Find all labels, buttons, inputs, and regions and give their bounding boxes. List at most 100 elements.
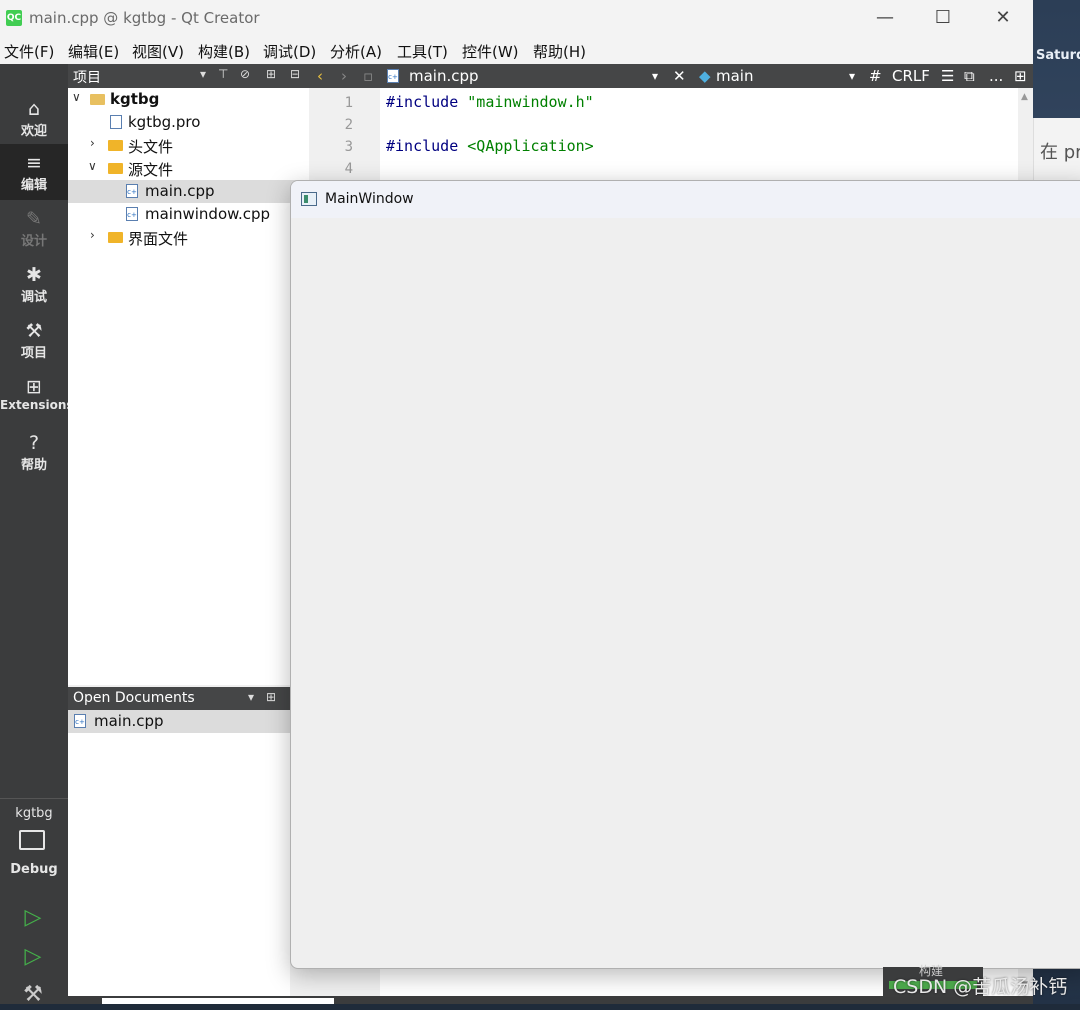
close-document-icon[interactable]: ✕ <box>673 67 686 85</box>
menu-controls[interactable]: 控件(W) <box>462 41 519 62</box>
expand-arrow-icon[interactable]: ∨ <box>72 90 81 104</box>
tree-item-project[interactable]: ∨ kgtbg <box>68 88 309 111</box>
open-document-item[interactable]: c+ main.cpp <box>68 710 290 733</box>
code-keyword: #include <box>386 137 459 155</box>
mode-label: 项目 <box>20 346 47 361</box>
split-icon[interactable]: ⊞ <box>266 67 276 81</box>
menu-bar: 文件(F) 编辑(E) 视图(V) 构建(B) 调试(D) 分析(A) 工具(T… <box>0 36 1033 64</box>
dropdown-arrow-icon[interactable]: ▾ <box>248 690 254 704</box>
tree-label: kgtbg <box>110 90 160 108</box>
folder-icon <box>108 163 123 174</box>
close-button[interactable]: ✕ <box>988 6 1018 30</box>
pro-file-icon <box>110 115 122 129</box>
menu-edit[interactable]: 编辑(E) <box>68 41 119 62</box>
menu-tools[interactable]: 工具(T) <box>397 41 448 62</box>
tree-label: mainwindow.cpp <box>145 205 271 223</box>
symbol-name[interactable]: main <box>716 67 753 85</box>
code-line[interactable]: #include <QApplication> <box>386 137 594 155</box>
filter-icon[interactable]: ⊤ <box>218 67 228 81</box>
close-pane-icon[interactable]: ⊟ <box>290 67 300 81</box>
back-icon[interactable]: ‹ <box>317 67 323 85</box>
projects-pane-title[interactable]: 项目 <box>73 67 101 87</box>
open-documents-title[interactable]: Open Documents <box>73 690 195 706</box>
document-name[interactable]: main.cpp <box>409 67 479 85</box>
mode-projects[interactable]: ⚒ 项目 <box>0 312 68 368</box>
extensions-icon: ⊞ <box>26 376 42 398</box>
tree-item-mainwindow-cpp[interactable]: c+ mainwindow.cpp <box>68 203 309 226</box>
mode-design[interactable]: ✎ 设计 <box>0 200 68 256</box>
cpp-file-icon: c+ <box>126 184 138 198</box>
mainwindow-title: MainWindow <box>325 191 414 207</box>
menu-view[interactable]: 视图(V) <box>132 41 184 62</box>
mode-label: 帮助 <box>20 458 47 473</box>
home-icon: ⌂ <box>27 98 41 120</box>
code-string: <QApplication> <box>467 137 594 155</box>
menu-help[interactable]: 帮助(H) <box>533 41 586 62</box>
more-options[interactable]: ... <box>989 67 1003 85</box>
run-icon[interactable]: ▷ <box>18 905 48 933</box>
windows-icon[interactable]: ⧉ <box>964 67 975 85</box>
edit-icon: ≡ <box>26 152 42 174</box>
split-icon[interactable]: ⊞ <box>266 690 276 704</box>
title-bar[interactable]: QC main.cpp @ kgtbg - Qt Creator — ☐ ✕ <box>0 0 1033 36</box>
line-number: 4 <box>344 161 353 177</box>
maximize-button[interactable]: ☐ <box>928 6 958 30</box>
line-number: 2 <box>344 117 353 133</box>
code-line[interactable]: #include "mainwindow.h" <box>386 93 594 111</box>
watermark: CSDN @苦瓜汤补钙 <box>893 976 1068 998</box>
debug-run-icon[interactable]: ▷ <box>18 944 48 972</box>
tree-label: 源文件 <box>128 161 174 179</box>
project-tree: ∨ kgtbg kgtbg.pro › 头文件 ∨ 源文件 c+ main.cp… <box>68 88 309 685</box>
dropdown-arrow-icon[interactable]: ▾ <box>200 67 206 81</box>
tree-label: 头文件 <box>128 138 174 156</box>
mode-help[interactable]: ? 帮助 <box>0 424 68 480</box>
menu-file[interactable]: 文件(F) <box>4 41 54 62</box>
minimize-button[interactable]: — <box>870 6 900 30</box>
mainwindow-title-bar[interactable]: MainWindow <box>291 181 1080 218</box>
menu-debug[interactable]: 调试(D) <box>263 41 316 62</box>
build-config-label[interactable]: Debug <box>0 862 68 877</box>
mode-debug[interactable]: ✱ 调试 <box>0 256 68 312</box>
forward-icon[interactable]: › <box>341 67 347 85</box>
locator-input[interactable] <box>102 998 334 1004</box>
mode-label: 调试 <box>20 290 47 305</box>
link-icon[interactable]: ⊘ <box>240 67 250 81</box>
mode-extensions[interactable]: ⊞ Extensions <box>0 368 74 424</box>
open-documents-list: c+ main.cpp <box>68 710 290 1004</box>
outline-icon[interactable]: ☰ <box>941 67 954 85</box>
tree-item-main-cpp[interactable]: c+ main.cpp <box>68 180 309 203</box>
split-editor-icon[interactable]: ⊞ <box>1014 67 1027 85</box>
cpp-file-icon: c+ <box>126 207 138 221</box>
tree-item-pro-file[interactable]: kgtbg.pro <box>68 111 309 134</box>
running-mainwindow[interactable]: MainWindow <box>290 180 1080 969</box>
collapsed-arrow-icon[interactable]: › <box>90 228 95 242</box>
window-icon <box>301 192 317 206</box>
code-keyword: #include <box>386 93 459 111</box>
monitor-icon[interactable] <box>19 830 45 850</box>
collapsed-arrow-icon[interactable]: › <box>90 136 95 150</box>
background-window-text: 在 pr <box>1040 142 1080 163</box>
line-number: 3 <box>344 139 353 155</box>
tree-label: kgtbg.pro <box>128 113 201 131</box>
line-ending-label[interactable]: CRLF <box>892 67 930 85</box>
build-hammer-icon[interactable]: ⚒ <box>18 982 48 1010</box>
cpp-file-icon: c+ <box>387 69 399 83</box>
scroll-up-icon[interactable]: ▲ <box>1021 92 1028 102</box>
document-dropdown-icon[interactable]: ▾ <box>652 69 658 83</box>
mode-label: 编辑 <box>20 178 47 193</box>
menu-analyze[interactable]: 分析(A) <box>330 41 382 62</box>
symbol-icon: ◆ <box>699 67 711 85</box>
hash-label[interactable]: # <box>869 67 882 85</box>
tree-item-sources[interactable]: ∨ 源文件 <box>68 157 309 180</box>
tree-item-headers[interactable]: › 头文件 <box>68 134 309 157</box>
projects-pane-toolbar: 项目 ▾ ⊤ ⊘ ⊞ ⊟ <box>68 64 309 88</box>
symbol-dropdown-icon[interactable]: ▾ <box>849 69 855 83</box>
open-documents-toolbar: Open Documents ▾ ⊞ <box>68 687 290 710</box>
tree-item-forms[interactable]: › 界面文件 <box>68 226 309 249</box>
menu-build[interactable]: 构建(B) <box>198 41 250 62</box>
mode-welcome[interactable]: ⌂ 欢迎 <box>0 90 68 146</box>
expand-arrow-icon[interactable]: ∨ <box>88 159 97 173</box>
kit-project-name[interactable]: kgtbg <box>0 806 68 821</box>
mode-edit[interactable]: ≡ 编辑 <box>0 144 68 200</box>
lock-icon: ▫ <box>363 67 374 85</box>
